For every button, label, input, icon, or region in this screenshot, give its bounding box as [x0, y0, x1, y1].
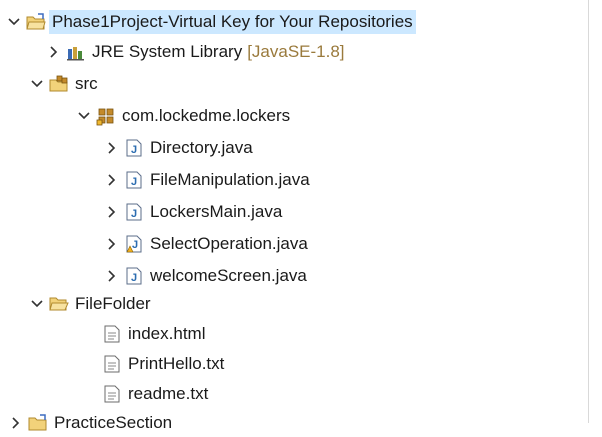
tree-node-java-file[interactable]: J Directory.java: [104, 134, 253, 162]
tree-node-project[interactable]: Phase1Project-Virtual Key for Your Repos…: [6, 8, 416, 36]
chevron-right-icon[interactable]: [104, 204, 120, 220]
chevron-down-icon[interactable]: [6, 14, 22, 30]
tree-node-file[interactable]: PrintHello.txt: [102, 350, 224, 378]
file-label: welcomeScreen.java: [150, 266, 307, 285]
text-file-icon: [102, 384, 122, 404]
svg-text:J: J: [131, 208, 137, 220]
chevron-right-icon[interactable]: [104, 236, 120, 252]
open-folder-icon: [49, 294, 69, 314]
file-label: SelectOperation.java: [150, 234, 308, 253]
file-label: index.html: [128, 324, 206, 343]
file-label: readme.txt: [128, 384, 209, 403]
java-file-icon: J: [124, 202, 144, 222]
java-file-icon: J: [124, 266, 144, 286]
tree-node-java-file[interactable]: J LockersMain.java: [104, 198, 282, 226]
tree-node-folder[interactable]: FileFolder: [29, 290, 151, 318]
jre-label: JRE System Library: [92, 42, 243, 61]
java-file-icon: J: [124, 138, 144, 158]
svg-text:J: J: [131, 272, 137, 284]
tree-node-jre[interactable]: JRE System Library [JavaSE-1.8]: [46, 38, 345, 66]
src-label: src: [75, 74, 98, 93]
tree-node-next-project[interactable]: PracticeSection: [8, 409, 172, 437]
chevron-down-icon[interactable]: [29, 76, 45, 92]
tree-node-java-file[interactable]: J welcomeScreen.java: [104, 262, 307, 290]
file-label: PrintHello.txt: [128, 354, 225, 373]
folder-label: FileFolder: [75, 294, 151, 313]
library-icon: [66, 42, 86, 62]
chevron-down-icon[interactable]: [76, 108, 92, 124]
tree-node-java-file[interactable]: J FileManipulation.java: [104, 166, 310, 194]
source-folder-icon: [49, 74, 69, 94]
chevron-right-icon[interactable]: [104, 172, 120, 188]
package-label: com.lockedme.lockers: [122, 106, 291, 125]
text-file-icon: [102, 354, 122, 374]
file-label: FileManipulation.java: [150, 170, 310, 189]
java-file-warning-icon: J: [124, 234, 144, 254]
panel-border: [588, 0, 589, 423]
tree-node-java-file[interactable]: J SelectOperation.java: [104, 230, 308, 258]
project-folder-icon: [26, 12, 46, 32]
tree-node-src[interactable]: src: [29, 70, 98, 98]
project-explorer-tree: Phase1Project-Virtual Key for Your Repos…: [0, 0, 588, 432]
jre-version-decoration: [JavaSE-1.8]: [247, 42, 345, 61]
file-label: LockersMain.java: [150, 202, 283, 221]
tree-node-file[interactable]: readme.txt: [102, 380, 208, 408]
project-label: Phase1Project-Virtual Key for Your Repos…: [49, 10, 416, 34]
tree-node-package[interactable]: com.lockedme.lockers: [76, 102, 290, 130]
java-file-icon: J: [124, 170, 144, 190]
chevron-right-icon[interactable]: [8, 415, 24, 431]
chevron-right-icon[interactable]: [104, 268, 120, 284]
html-file-icon: [102, 324, 122, 344]
file-label: Directory.java: [150, 138, 253, 157]
chevron-right-icon[interactable]: [104, 140, 120, 156]
chevron-right-icon[interactable]: [46, 44, 62, 60]
svg-text:J: J: [131, 176, 137, 188]
chevron-down-icon[interactable]: [29, 296, 45, 312]
project-folder-icon: [28, 413, 48, 433]
package-icon: [96, 106, 116, 126]
svg-text:J: J: [132, 239, 138, 251]
svg-text:J: J: [131, 144, 137, 156]
next-project-label: PracticeSection: [54, 413, 173, 432]
tree-node-file[interactable]: index.html: [102, 320, 205, 348]
